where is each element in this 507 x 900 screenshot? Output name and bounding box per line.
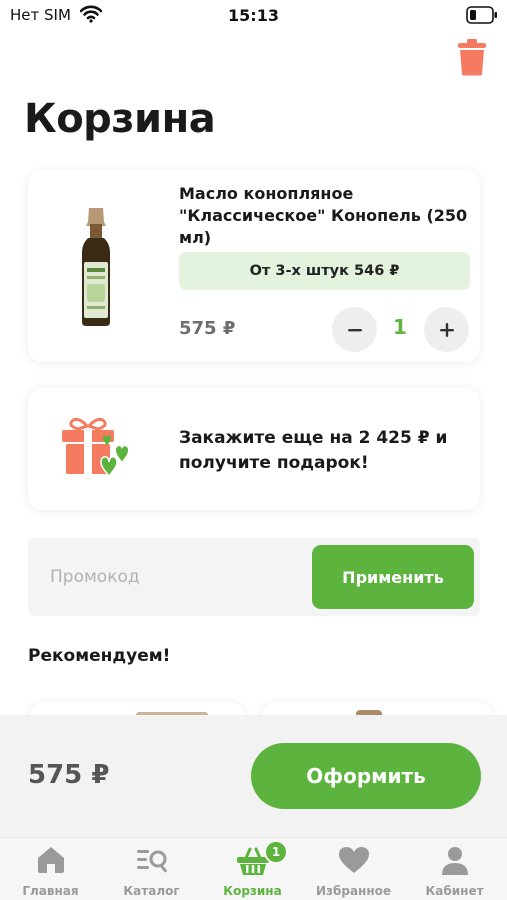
- gift-promo-text: Закажите еще на 2 425 ₽ и получите подар…: [179, 428, 448, 473]
- tab-favorites[interactable]: Избранное: [303, 838, 404, 900]
- status-bar: Нет SIM 15:13: [0, 0, 507, 32]
- decrease-quantity-button[interactable]: [332, 307, 377, 352]
- tab-home[interactable]: Главная: [0, 838, 101, 900]
- home-icon: [37, 847, 64, 873]
- minus-icon: [347, 328, 362, 331]
- clear-cart-button[interactable]: [457, 38, 487, 76]
- product-image: [34, 204, 160, 330]
- total-price: 575 ₽: [28, 760, 110, 790]
- tab-cart-label: Корзина: [223, 884, 282, 898]
- tab-profile-label: Кабинет: [425, 884, 484, 898]
- cart-count-badge: 1: [264, 840, 288, 864]
- catalog-search-icon: [136, 850, 167, 873]
- promo-code-row: Применить: [28, 538, 480, 616]
- tab-catalog[interactable]: Каталог: [101, 838, 202, 900]
- tab-cart[interactable]: Корзина: [202, 838, 303, 900]
- cart-item-card[interactable]: Масло конопляное "Классическое" Конопель…: [28, 170, 480, 362]
- gift-promo-card: Закажите еще на 2 425 ₽ и получите подар…: [28, 388, 480, 510]
- page-title: Корзина: [24, 96, 216, 142]
- plus-icon: [439, 322, 454, 337]
- tab-bar: Главная Каталог Корзина Избранное Кабине…: [0, 837, 507, 900]
- bulk-discount-badge: От 3-х штук 546 ₽: [179, 252, 470, 290]
- tab-home-label: Главная: [22, 884, 79, 898]
- cart-screen: Нет SIM 15:13 Корзина Масло конопляное "…: [0, 0, 507, 900]
- product-name[interactable]: Масло конопляное "Классическое" Конопель…: [179, 183, 469, 249]
- apply-promo-button[interactable]: Применить: [312, 545, 474, 609]
- tab-profile[interactable]: Кабинет: [404, 838, 505, 900]
- checkout-button[interactable]: Оформить: [251, 743, 481, 809]
- promo-code-input[interactable]: [28, 538, 308, 616]
- tab-favorites-label: Избранное: [315, 884, 392, 898]
- product-price: 575 ₽: [179, 318, 236, 339]
- tab-catalog-label: Каталог: [123, 884, 180, 898]
- user-icon: [441, 847, 468, 875]
- gift-icon: [62, 417, 128, 478]
- recommendations-title: Рекомендуем!: [28, 646, 171, 666]
- checkout-bar: 575 ₽ Оформить: [0, 715, 507, 837]
- heart-icon: [338, 847, 369, 873]
- status-time: 15:13: [228, 6, 279, 25]
- trash-icon: [458, 39, 486, 76]
- increase-quantity-button[interactable]: [424, 307, 469, 352]
- battery-icon: [466, 6, 497, 24]
- quantity-value: 1: [393, 315, 407, 339]
